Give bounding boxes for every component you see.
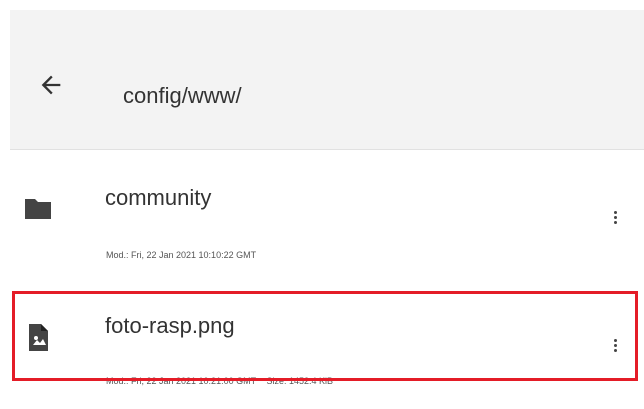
modified-date: Mod.: Fri, 22 Jan 2021 10:21:00 GMT — [106, 376, 256, 386]
folder-icon — [22, 193, 54, 225]
back-button[interactable] — [34, 68, 68, 102]
more-vertical-icon — [613, 338, 617, 342]
file-metadata: Mod.: Fri, 22 Jan 2021 10:10:22 GMT — [106, 250, 256, 261]
more-vertical-icon — [613, 343, 617, 347]
path-header: config/www/ — [10, 10, 644, 150]
arrow-left-icon — [41, 75, 61, 95]
file-metadata: Mod.: Fri, 22 Jan 2021 10:21:00 GMT Size… — [106, 376, 333, 387]
modified-date: Mod.: Fri, 22 Jan 2021 10:10:22 GMT — [106, 250, 257, 260]
file-options-button[interactable] — [610, 333, 620, 357]
more-vertical-icon — [613, 348, 617, 352]
file-options-button[interactable] — [610, 205, 620, 229]
more-vertical-icon — [613, 210, 617, 214]
current-path: config/www/ — [123, 83, 242, 108]
file-list-item-foto-rasp[interactable]: foto-rasp.png Mod.: Fri, 22 Jan 2021 10:… — [10, 289, 644, 386]
image-file-icon — [22, 322, 54, 354]
file-name: community — [105, 185, 212, 210]
more-vertical-icon — [613, 220, 617, 224]
file-browser: config/www/ community Mod.: Fri, 22 Jan … — [0, 0, 644, 409]
file-size: Size: 1452.4 KiB — [266, 376, 333, 386]
more-vertical-icon — [613, 215, 617, 219]
file-list-item-community[interactable]: community Mod.: Fri, 22 Jan 2021 10:10:2… — [10, 161, 644, 260]
file-name: foto-rasp.png — [105, 313, 235, 338]
